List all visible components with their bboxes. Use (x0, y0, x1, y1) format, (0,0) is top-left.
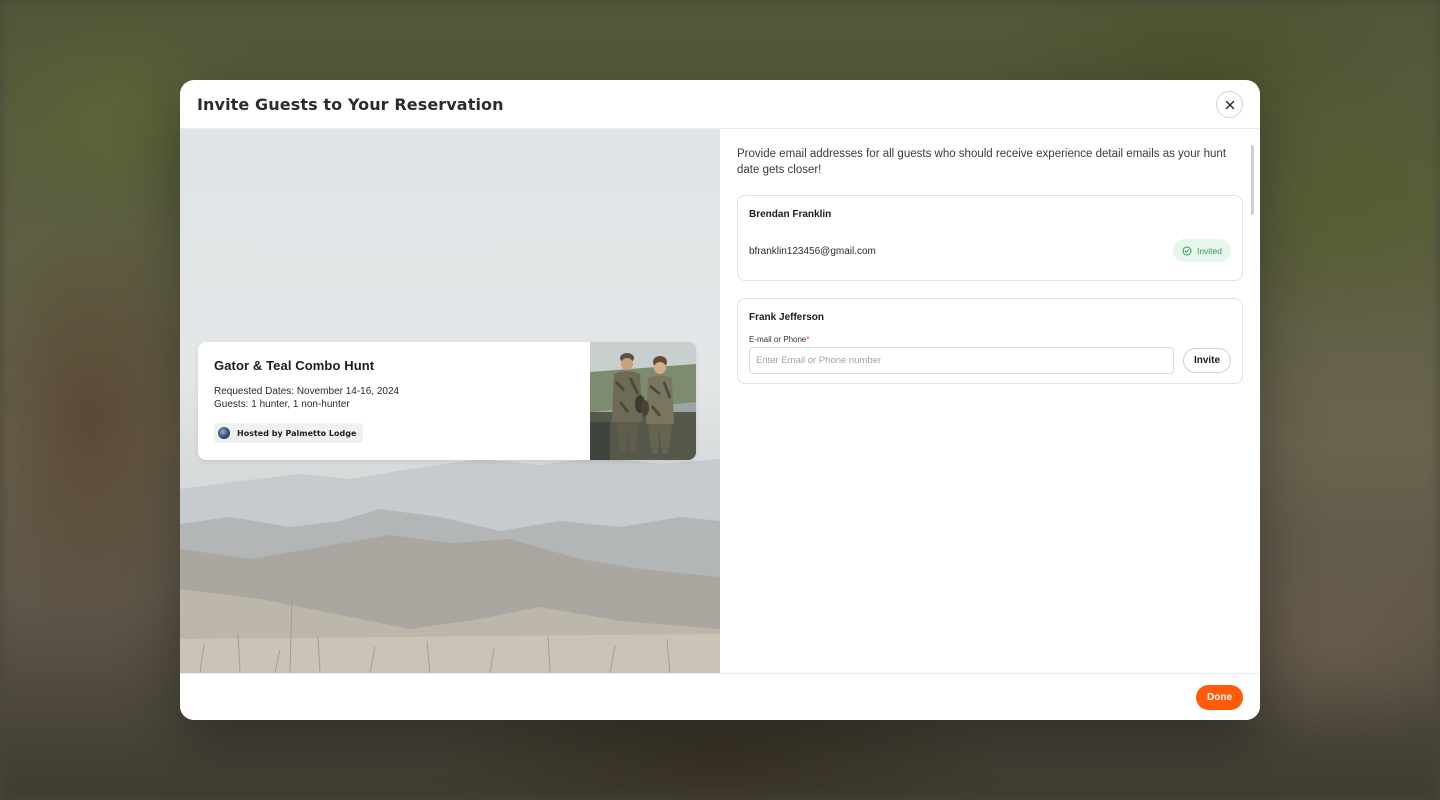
done-button[interactable]: Done (1196, 685, 1243, 710)
hunt-title: Gator & Teal Combo Hunt (214, 358, 375, 373)
required-asterisk: * (806, 335, 810, 344)
guest-name: Frank Jefferson (749, 312, 825, 323)
instructions-text: Provide email addresses for all guests w… (737, 148, 1227, 176)
guest-email: bfranklin123456@gmail.com (749, 246, 876, 257)
modal-header: Invite Guests to Your Reservation (180, 80, 1260, 129)
guest-count: Guests: 1 hunter, 1 non-hunter (214, 399, 350, 410)
scrollbar[interactable] (1251, 145, 1254, 215)
modal-body: Gator & Teal Combo Hunt Requested Dates:… (180, 129, 1260, 673)
invited-status-badge: Invited (1172, 239, 1231, 262)
hunters-photo (590, 342, 696, 460)
contact-field-label: E-mail or Phone* (749, 335, 809, 344)
status-label: Invited (1196, 245, 1222, 256)
hunt-summary-card[interactable]: Gator & Teal Combo Hunt Requested Dates:… (198, 342, 696, 460)
scenic-panel: Gator & Teal Combo Hunt Requested Dates:… (180, 129, 720, 673)
host-label: Hosted by Palmetto Lodge (237, 428, 357, 438)
check-circle-icon (1182, 246, 1192, 255)
close-button[interactable] (1216, 91, 1243, 118)
field-label-text: E-mail or Phone (749, 335, 807, 344)
host-badge: Hosted by Palmetto Lodge (214, 423, 364, 443)
guest-card: Brendan Franklin bfranklin123456@gmail.c… (737, 195, 1243, 281)
modal-footer: Done (180, 673, 1260, 720)
guest-list-panel: Provide email addresses for all guests w… (720, 129, 1260, 673)
modal-title: Invite Guests to Your Reservation (197, 94, 504, 114)
lodge-logo-icon (218, 427, 230, 439)
invite-button[interactable]: Invite (1183, 348, 1231, 373)
close-icon (1225, 100, 1234, 109)
invite-guests-modal: Invite Guests to Your Reservation Gator … (180, 80, 1260, 720)
guest-name: Brendan Franklin (749, 209, 832, 220)
hunt-info: Gator & Teal Combo Hunt Requested Dates:… (214, 358, 584, 411)
email-or-phone-input[interactable] (749, 347, 1174, 374)
guest-card: Frank Jefferson E-mail or Phone* Invite (737, 298, 1243, 384)
requested-dates: Requested Dates: November 14-16, 2024 (214, 386, 400, 397)
